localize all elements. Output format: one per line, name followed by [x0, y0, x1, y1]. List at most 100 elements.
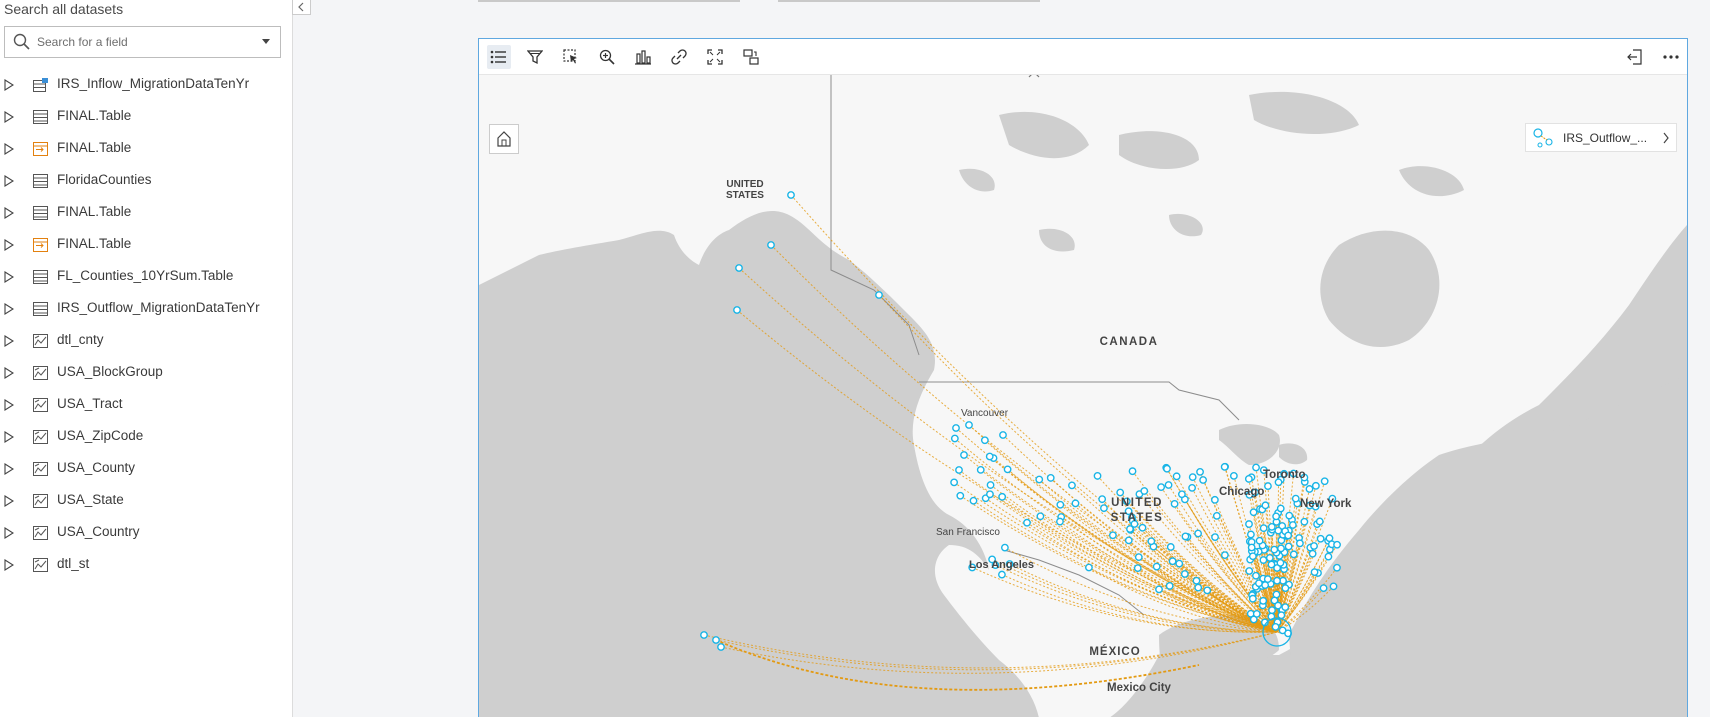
origin-point[interactable]: [1211, 533, 1219, 541]
origin-point[interactable]: [986, 481, 995, 489]
dataset-item[interactable]: FL_Counties_10YrSum.Table: [0, 261, 292, 293]
dataset-item[interactable]: USA_ZipCode: [0, 421, 292, 453]
field-search-box[interactable]: [4, 26, 281, 58]
origin-point[interactable]: [998, 570, 1006, 579]
expand-icon[interactable]: [4, 175, 14, 187]
origin-point[interactable]: [1272, 512, 1281, 521]
dataset-item[interactable]: USA_BlockGroup: [0, 357, 292, 389]
origin-point[interactable]: [1157, 483, 1166, 492]
origin-point[interactable]: [956, 491, 965, 500]
link-button[interactable]: [667, 45, 691, 69]
origin-point[interactable]: [1192, 576, 1201, 585]
origin-point[interactable]: [1259, 524, 1268, 533]
origin-point[interactable]: [1277, 544, 1285, 553]
origin-point[interactable]: [1255, 579, 1263, 588]
origin-point[interactable]: [1311, 481, 1320, 490]
origin-point[interactable]: [1274, 601, 1282, 610]
origin-point[interactable]: [998, 492, 1007, 501]
origin-point[interactable]: [1023, 518, 1031, 527]
origin-point[interactable]: [1276, 504, 1285, 513]
origin-point[interactable]: [1003, 465, 1012, 474]
origin-point[interactable]: [986, 490, 994, 499]
origin-point[interactable]: [1133, 564, 1142, 573]
origin-point[interactable]: [1035, 475, 1044, 484]
expand-icon[interactable]: [4, 143, 14, 155]
origin-point[interactable]: [1134, 553, 1143, 562]
expand-icon[interactable]: [4, 335, 14, 347]
expand-icon[interactable]: [4, 239, 14, 251]
origin-point[interactable]: [700, 631, 708, 639]
dataset-item[interactable]: USA_State: [0, 485, 292, 517]
origin-point[interactable]: [950, 434, 959, 443]
origin-point[interactable]: [1210, 495, 1219, 504]
origin-point[interactable]: [1248, 594, 1257, 603]
expand-icon[interactable]: [4, 527, 14, 539]
origin-point[interactable]: [1220, 462, 1229, 471]
origin-point[interactable]: [1229, 471, 1238, 480]
origin-point[interactable]: [1319, 584, 1328, 593]
origin-point[interactable]: [1329, 582, 1338, 591]
origin-point[interactable]: [1249, 615, 1258, 624]
origin-point[interactable]: [980, 436, 989, 445]
origin-point[interactable]: [969, 496, 978, 505]
origin-point[interactable]: [1212, 511, 1221, 520]
origin-point[interactable]: [1276, 559, 1285, 567]
expand-icon[interactable]: [4, 271, 14, 283]
origin-point[interactable]: [1138, 523, 1147, 532]
dataset-item[interactable]: USA_Tract: [0, 389, 292, 421]
origin-point[interactable]: [1178, 490, 1186, 499]
origin-point[interactable]: [985, 452, 994, 461]
origin-point[interactable]: [1261, 581, 1270, 590]
expand-icon[interactable]: [4, 303, 14, 315]
basemap[interactable]: UNITED STATES CANADA UNITED STATES Vanco…: [479, 71, 1687, 717]
origin-point[interactable]: [1310, 568, 1319, 577]
origin-point[interactable]: [1203, 586, 1212, 595]
origin-point[interactable]: [1259, 556, 1268, 564]
origin-point[interactable]: [955, 466, 963, 474]
origin-point[interactable]: [1333, 563, 1341, 572]
origin-point[interactable]: [1267, 560, 1276, 569]
origin-point[interactable]: [1310, 542, 1318, 550]
origin-point[interactable]: [1166, 543, 1175, 551]
origin-point[interactable]: [1140, 487, 1149, 495]
origin-point[interactable]: [787, 191, 795, 199]
origin-point[interactable]: [1085, 563, 1093, 572]
origin-point[interactable]: [1248, 552, 1257, 561]
filter-button[interactable]: [523, 45, 547, 69]
origin-point[interactable]: [1165, 582, 1174, 590]
expand-icon[interactable]: [4, 207, 14, 219]
origin-point[interactable]: [1284, 531, 1293, 540]
origin-point[interactable]: [1244, 475, 1253, 483]
origin-point[interactable]: [1170, 499, 1179, 508]
select-button[interactable]: [559, 45, 583, 69]
origin-point[interactable]: [1093, 472, 1102, 480]
origin-point[interactable]: [1308, 549, 1317, 558]
expand-icon[interactable]: [4, 111, 14, 123]
origin-point[interactable]: [1288, 521, 1297, 529]
origin-point[interactable]: [1056, 517, 1064, 526]
origin-point[interactable]: [1267, 522, 1276, 531]
origin-point[interactable]: [1180, 570, 1189, 578]
zoom-button[interactable]: [595, 45, 619, 69]
expand-icon[interactable]: [4, 463, 14, 475]
origin-point[interactable]: [1172, 472, 1181, 481]
origin-point[interactable]: [1324, 552, 1333, 561]
expand-icon[interactable]: [4, 431, 14, 443]
origin-point[interactable]: [1001, 543, 1009, 552]
dataset-item[interactable]: FINAL.Table: [0, 133, 292, 165]
map-card[interactable]: UNITED STATES CANADA UNITED STATES Vanco…: [478, 38, 1688, 717]
origin-point[interactable]: [1147, 537, 1156, 546]
origin-point[interactable]: [1071, 499, 1080, 508]
origin-point[interactable]: [1163, 464, 1171, 473]
visualization-button[interactable]: [631, 45, 655, 69]
origin-point[interactable]: [1194, 529, 1202, 538]
origin-point[interactable]: [965, 421, 973, 429]
origin-point[interactable]: [1245, 567, 1254, 575]
collapse-panel-button[interactable]: [292, 0, 311, 15]
origin-point[interactable]: [733, 306, 741, 314]
origin-point[interactable]: [1124, 536, 1133, 545]
origin-point[interactable]: [1261, 501, 1270, 510]
origin-point[interactable]: [1296, 539, 1304, 548]
origin-point[interactable]: [1220, 551, 1229, 560]
origin-point[interactable]: [1252, 571, 1260, 580]
